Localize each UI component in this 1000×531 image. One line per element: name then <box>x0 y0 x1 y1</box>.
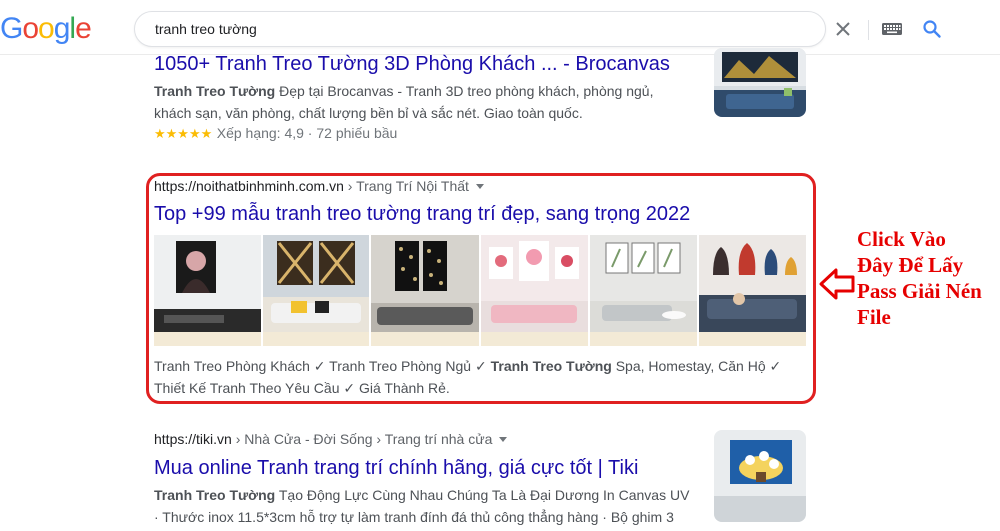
annotation-line: Đây Để Lấy <box>857 253 964 277</box>
result-snippet-line1: Tranh Treo Phòng Khách ✓ Tranh Treo Phòn… <box>154 355 781 377</box>
result-url[interactable]: https://tiki.vn › Nhà Cửa - Đời Sống › T… <box>154 431 508 447</box>
rating-stars-icon: ★★★★★ <box>154 126 213 141</box>
image-banner <box>154 332 261 346</box>
image-thumbnail[interactable] <box>154 235 261 332</box>
annotation-line: Click Vào <box>857 227 946 251</box>
result-snippet-line2: · Thước inox 11.5*3cm hỗ trợ tự làm tran… <box>154 509 674 525</box>
result-snippet-line1: Tranh Treo Tường Đẹp tại Brocanvas - Tra… <box>154 80 653 102</box>
result-snippet-line2: khách sạn, văn phòng, chất lượng bền bỉ … <box>154 105 583 121</box>
image-thumbnail[interactable] <box>590 235 697 332</box>
snippet-keyword: Tranh Treo Tường <box>154 83 276 99</box>
logo-letter: g <box>53 12 71 45</box>
result-title-noithat[interactable]: Top +99 mẫu tranh treo tường trang trí đ… <box>154 201 690 227</box>
image-banner <box>699 332 806 346</box>
result-url-domain: https://noithatbinhminh.com.vn <box>154 178 344 194</box>
dropdown-caret-icon[interactable] <box>499 436 508 442</box>
snippet-keyword: Tranh Treo Tường <box>154 487 276 503</box>
snippet-text: Tranh Treo Phòng Khách ✓ Tranh Treo Phòn… <box>154 358 491 374</box>
keyboard-icon[interactable] <box>881 21 903 37</box>
image-banner <box>590 332 697 346</box>
left-arrow-icon <box>819 268 855 300</box>
image-thumbnail[interactable] <box>263 235 369 332</box>
search-box <box>134 11 941 47</box>
image-thumbnail[interactable] <box>699 235 806 332</box>
result-url[interactable]: https://noithatbinhminh.com.vn › Trang T… <box>154 178 484 194</box>
result-breadcrumb: › Trang Trí Nội Thất <box>343 178 469 194</box>
search-header: Google <box>0 0 1000 55</box>
result-snippet-line2: Thiết Kế Tranh Theo Yêu Cầu ✓ Giá Thành … <box>154 380 450 396</box>
image-banner <box>263 332 369 346</box>
annotation-text: Click Vào Đây Để Lấy Pass Giải Nén File <box>857 226 1000 330</box>
logo-letter: e <box>75 12 92 45</box>
annotation-line: Pass Giải Nén <box>857 279 982 303</box>
snippet-text: Spa, Homestay, Căn Hộ ✓ <box>611 358 782 374</box>
logo-letter: o <box>22 12 39 45</box>
image-banner <box>481 332 588 346</box>
search-input[interactable] <box>155 19 675 39</box>
search-box-divider <box>868 20 869 40</box>
search-icon[interactable] <box>921 18 943 40</box>
dropdown-caret-icon[interactable] <box>475 183 484 189</box>
snippet-text: Đẹp tại Brocanvas - Tranh 3D treo phòng … <box>275 83 654 99</box>
result-rating: ★★★★★ Xếp hạng: 4,9 · 72 phiếu bầu <box>154 125 397 143</box>
result-title-brocanvas[interactable]: 1050+ Tranh Treo Tường 3D Phòng Khách ..… <box>154 51 670 77</box>
image-banner <box>371 332 479 346</box>
result-thumbnail-brocanvas[interactable] <box>714 48 806 117</box>
snippet-text: Tạo Động Lực Cùng Nhau Chúng Ta Là Đại D… <box>275 487 690 503</box>
logo-letter: o <box>38 12 55 45</box>
result-url-domain: https://tiki.vn <box>154 431 232 447</box>
rating-text: Xếp hạng: 4,9 · 72 phiếu bầu <box>216 125 398 141</box>
snippet-keyword: Tranh Treo Tường <box>490 358 612 374</box>
annotation-line: File <box>857 305 891 329</box>
google-logo[interactable]: Google <box>0 12 92 46</box>
logo-letter: G <box>0 12 23 45</box>
result-title-tiki[interactable]: Mua online Tranh trang trí chính hãng, g… <box>154 455 638 481</box>
result-snippet-line1: Tranh Treo Tường Tạo Động Lực Cùng Nhau … <box>154 484 689 506</box>
clear-icon[interactable] <box>832 18 854 40</box>
result-breadcrumb: › Nhà Cửa - Đời Sống › Trang trí nhà cửa <box>231 431 493 447</box>
image-thumbnail[interactable] <box>371 235 479 332</box>
image-thumbnail[interactable] <box>481 235 588 332</box>
result-thumbnail-tiki[interactable] <box>714 430 806 522</box>
